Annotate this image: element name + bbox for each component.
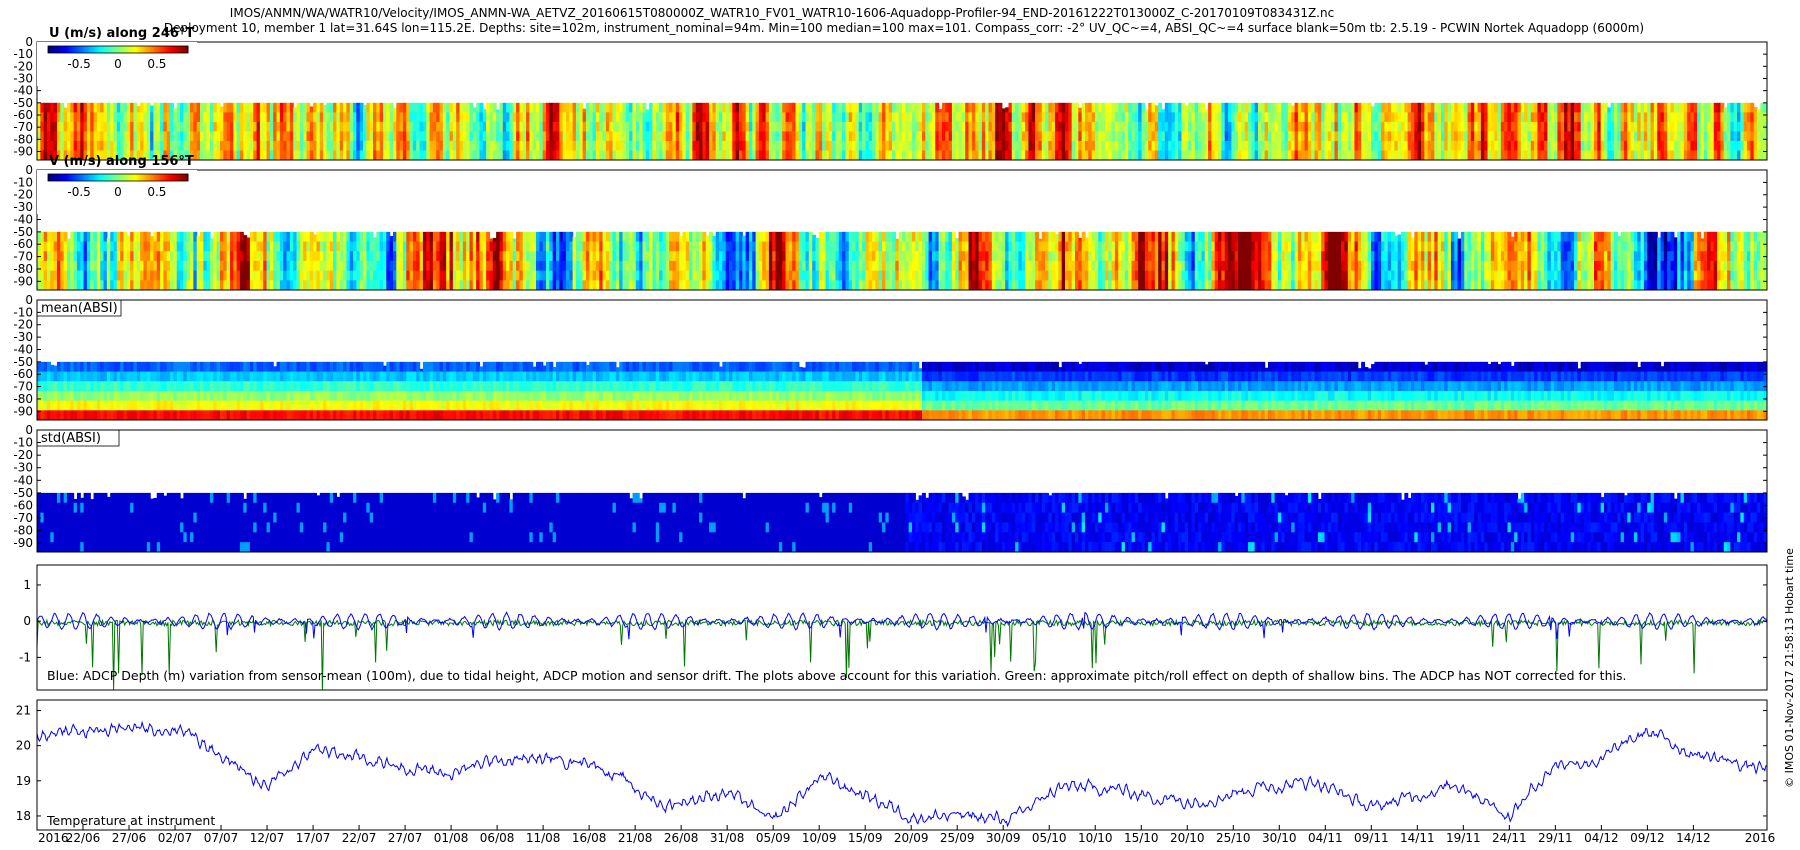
colorbar-tick-label: 0.5 (147, 57, 166, 71)
panel-label-0: U (m/s) along 246°T (49, 26, 194, 41)
heatmap-panel-0 (37, 102, 1767, 160)
colorbar-tick-label: 0 (114, 57, 122, 71)
panels-group: 0-10-20-30-40-50-60-70-80-90U (m/s) alon… (13, 26, 1768, 831)
figure-title-line-2: Deployment 10, member 1 lat=31.64S lon=1… (164, 21, 1644, 35)
y-tick-label: -90 (13, 144, 33, 158)
colorbar-tick-label: -0.5 (67, 57, 90, 71)
ocean-mooring-figure: IMOS/ANMN/WA/WATR10/Velocity/IMOS_ANMN-W… (13, 6, 1796, 845)
heatmap-panel-1 (37, 231, 1767, 290)
figure-title-line-1: IMOS/ANMN/WA/WATR10/Velocity/IMOS_ANMN-W… (230, 6, 1334, 20)
